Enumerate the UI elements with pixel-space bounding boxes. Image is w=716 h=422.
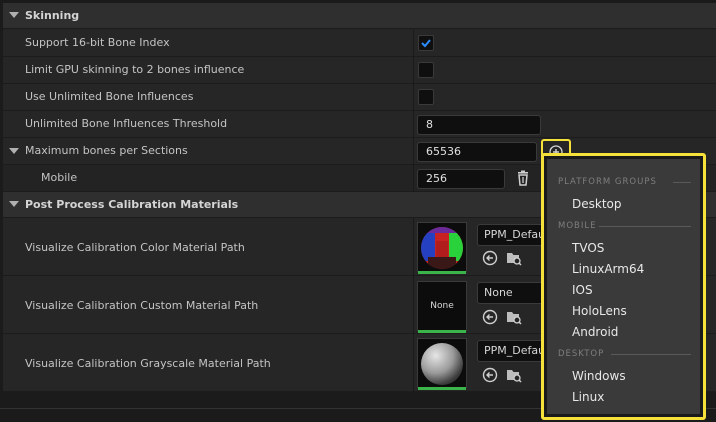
browse-folder-icon[interactable] — [506, 309, 522, 325]
property-label: Limit GPU skinning to 2 bones influence — [25, 63, 245, 76]
menu-separator — [673, 182, 691, 183]
menu-item-linuxarm64[interactable]: LinuxArm64 — [572, 262, 644, 276]
checkmark-icon — [421, 39, 431, 48]
thumbnail-bar — [418, 271, 466, 274]
menu-separator — [611, 354, 691, 355]
menu-item-ios[interactable]: IOS — [572, 283, 593, 297]
trash-icon[interactable] — [515, 170, 531, 186]
property-label: Mobile — [41, 171, 78, 184]
mobile-bones-input[interactable]: 256 — [417, 169, 505, 189]
material-thumbnail[interactable]: None — [417, 281, 467, 333]
menu-item-android[interactable]: Android — [572, 325, 618, 339]
unlimited-influences-checkbox[interactable] — [418, 89, 434, 105]
platform-dropdown-menu: PLATFORM GROUPS Desktop MOBILE TVOS Linu… — [541, 153, 706, 420]
menu-header-platform-groups: PLATFORM GROUPS — [558, 177, 657, 187]
material-thumbnail[interactable] — [417, 338, 467, 390]
use-selected-arrow-icon[interactable] — [482, 367, 498, 383]
menu-item-linux[interactable]: Linux — [572, 390, 604, 404]
row-threshold: Unlimited Bone Influences Threshold 8 — [3, 111, 716, 138]
threshold-input[interactable]: 8 — [417, 115, 541, 135]
color-sphere-icon — [421, 227, 463, 269]
menu-item-desktop-group[interactable]: Desktop — [572, 197, 622, 211]
menu-item-tvos[interactable]: TVOS — [572, 241, 604, 255]
property-label: Use Unlimited Bone Influences — [25, 90, 194, 103]
section-title: Post Process Calibration Materials — [25, 198, 239, 211]
section-skinning[interactable]: Skinning — [3, 3, 716, 29]
thumbnail-bar — [418, 387, 466, 390]
property-label: Maximum bones per Sections — [25, 144, 188, 157]
thumbnail-bar — [418, 330, 466, 333]
material-asset-combo[interactable]: PPM_Defau — [477, 340, 547, 362]
browse-folder-icon[interactable] — [506, 367, 522, 383]
grayscale-sphere-icon — [421, 343, 463, 385]
max-bones-input[interactable]: 65536 — [417, 142, 537, 162]
use-selected-arrow-icon[interactable] — [482, 250, 498, 266]
menu-separator — [599, 226, 691, 227]
row-support-16bit: Support 16-bit Bone Index — [3, 30, 716, 57]
limit-gpu-checkbox[interactable] — [418, 62, 434, 78]
menu-item-windows[interactable]: Windows — [572, 369, 626, 383]
material-asset-combo[interactable]: None — [477, 282, 547, 304]
support-16bit-checkbox[interactable] — [418, 35, 434, 51]
collapse-arrow-icon[interactable] — [9, 201, 19, 207]
row-unlimited-influences: Use Unlimited Bone Influences — [3, 84, 716, 111]
menu-header-desktop: DESKTOP — [558, 349, 605, 359]
menu-item-hololens[interactable]: HoloLens — [572, 304, 627, 318]
property-label: Support 16-bit Bone Index — [25, 36, 170, 49]
menu-header-mobile: MOBILE — [558, 221, 597, 231]
column-divider[interactable] — [413, 30, 414, 192]
material-thumbnail[interactable] — [417, 222, 467, 274]
column-divider[interactable] — [413, 218, 414, 392]
thumbnail-none-text: None — [430, 301, 454, 311]
section-title: Skinning — [25, 9, 80, 22]
property-label: Visualize Calibration Color Material Pat… — [25, 241, 245, 254]
browse-folder-icon[interactable] — [506, 250, 522, 266]
dropdown-body: PLATFORM GROUPS Desktop MOBILE TVOS Linu… — [547, 159, 700, 414]
property-label: Unlimited Bone Influences Threshold — [25, 117, 228, 130]
expand-arrow-icon[interactable] — [9, 148, 19, 154]
property-label: Visualize Calibration Grayscale Material… — [25, 357, 271, 370]
material-asset-combo[interactable]: PPM_Defau — [477, 224, 547, 246]
use-selected-arrow-icon[interactable] — [482, 309, 498, 325]
row-limit-gpu: Limit GPU skinning to 2 bones influence — [3, 57, 716, 84]
property-label: Visualize Calibration Custom Material Pa… — [25, 299, 259, 312]
collapse-arrow-icon[interactable] — [9, 12, 19, 18]
